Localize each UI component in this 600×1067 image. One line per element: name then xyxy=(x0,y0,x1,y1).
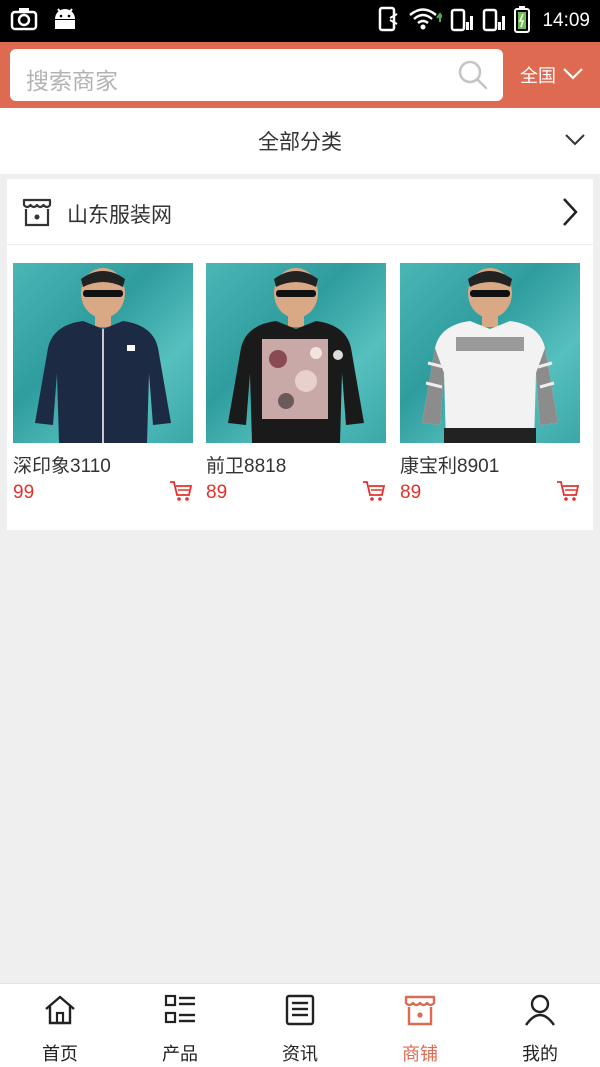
chevron-down-icon xyxy=(564,132,586,151)
status-bar: 14:09 xyxy=(0,0,600,42)
product-image[interactable] xyxy=(13,263,193,443)
nav-label: 商铺 xyxy=(402,1044,438,1065)
battery-icon xyxy=(514,5,531,37)
product-price: 99 xyxy=(13,482,35,503)
nav-item-profile[interactable]: 我的 xyxy=(480,984,600,1067)
product-image[interactable] xyxy=(400,263,580,443)
nav-label: 我的 xyxy=(522,1044,558,1065)
shop-card: 山东服装网 深印象3110 99 前卫8818 89 康宝利8901 89 xyxy=(7,179,593,530)
nav-label: 首页 xyxy=(42,1044,78,1065)
category-filter[interactable]: 全部分类 xyxy=(0,108,600,174)
chevron-down-icon xyxy=(562,65,584,86)
nav-label: 资讯 xyxy=(282,1044,318,1065)
search-icon[interactable] xyxy=(457,59,489,95)
product-price: 89 xyxy=(206,482,228,503)
product-card[interactable]: 深印象3110 99 xyxy=(13,263,193,506)
product-name: 深印象3110 xyxy=(13,456,111,477)
signal-icon xyxy=(482,6,506,36)
list-icon xyxy=(163,992,197,1028)
header: 搜索商家 全国 xyxy=(0,42,600,108)
cart-icon[interactable] xyxy=(362,480,386,506)
store-icon xyxy=(21,196,53,232)
nav-item-products[interactable]: 产品 xyxy=(120,984,240,1067)
product-name: 前卫8818 xyxy=(206,456,287,477)
nav-label: 产品 xyxy=(162,1044,198,1065)
camera-icon xyxy=(10,7,38,35)
cart-icon[interactable] xyxy=(556,480,580,506)
store-icon xyxy=(403,992,437,1028)
product-card[interactable]: 康宝利8901 89 xyxy=(400,263,580,506)
shop-name: 山东服装网 xyxy=(67,203,172,227)
nav-item-stores[interactable]: 商铺 xyxy=(360,984,480,1067)
status-time: 14:09 xyxy=(542,10,590,31)
product-image[interactable] xyxy=(206,263,386,443)
android-icon xyxy=(52,7,78,35)
nav-item-home[interactable]: 首页 xyxy=(0,984,120,1067)
category-label: 全部分类 xyxy=(258,130,342,154)
wifi-icon xyxy=(408,6,445,36)
search-input[interactable]: 搜索商家 xyxy=(10,49,503,101)
region-selector[interactable]: 全国 xyxy=(520,62,584,88)
news-icon xyxy=(283,992,317,1028)
sim-icon xyxy=(378,6,400,36)
product-price: 89 xyxy=(400,482,422,503)
shop-header[interactable]: 山东服装网 xyxy=(7,179,593,245)
bottom-nav: 首页 产品 资讯 商铺 我的 xyxy=(0,983,600,1067)
product-card[interactable]: 前卫8818 89 xyxy=(206,263,386,506)
search-placeholder: 搜索商家 xyxy=(26,69,118,95)
home-icon xyxy=(43,992,77,1028)
region-label: 全国 xyxy=(520,66,556,87)
user-icon xyxy=(523,992,557,1028)
signal-icon xyxy=(450,6,474,36)
nav-item-news[interactable]: 资讯 xyxy=(240,984,360,1067)
cart-icon[interactable] xyxy=(169,480,193,506)
product-name: 康宝利8901 xyxy=(400,456,500,477)
chevron-right-icon[interactable] xyxy=(561,197,579,231)
